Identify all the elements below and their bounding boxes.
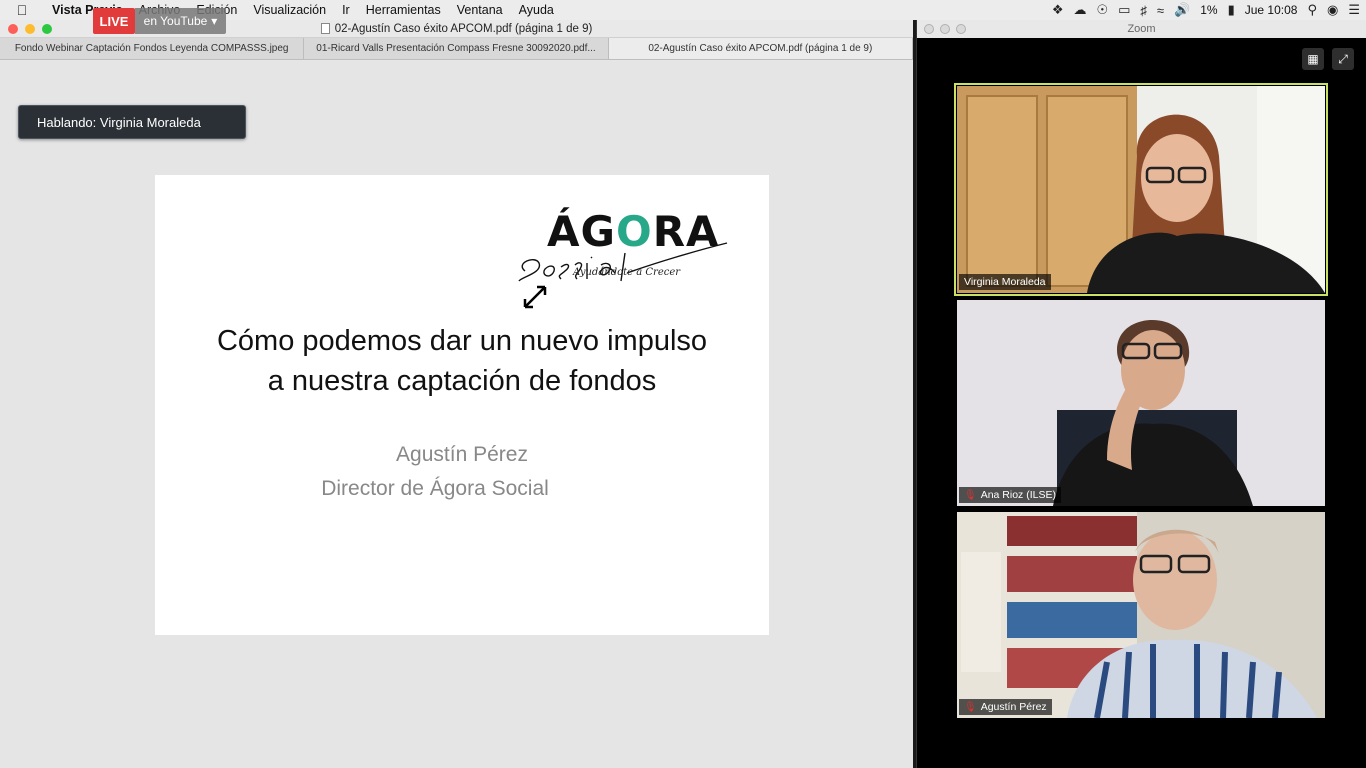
menu-ir[interactable]: Ir — [334, 3, 358, 17]
tab-fondo-webinar[interactable]: Fondo Webinar Captación Fondos Leyenda C… — [0, 38, 305, 59]
participant-video-ana — [957, 300, 1325, 506]
apple-menu-icon[interactable]:  — [0, 2, 44, 18]
battery-icon[interactable]: ▮ — [1228, 2, 1235, 18]
menu-herramientas[interactable]: Herramientas — [358, 3, 449, 17]
menu-visualizacion[interactable]: Visualización — [245, 3, 334, 17]
zoom-view-tools: ▦ ⤢ — [1302, 48, 1354, 70]
tab-ricard-valls[interactable]: 01-Ricard Valls Presentación Compass Fre… — [304, 38, 609, 59]
zoom-maximize-button[interactable] — [956, 24, 966, 34]
live-badge[interactable]: LIVE — [93, 8, 135, 34]
spotlight-search-icon[interactable]: ⚲ — [1307, 2, 1317, 18]
slide-title: Cómo podemos dar un nuevo impulso a nues… — [216, 325, 708, 397]
menu-ayuda[interactable]: Ayuda — [511, 3, 562, 17]
video-tile-ana[interactable]: 🎙 Ana Rioz (ILSE) — [957, 300, 1325, 506]
battery-percent[interactable]: 1% — [1200, 3, 1217, 17]
menubar-clock[interactable]: Jue 10:08 — [1245, 3, 1298, 17]
preview-window: 02-Agustín Caso éxito APCOM.pdf (página … — [0, 20, 913, 768]
participant-name-tag: 🎙 Agustín Pérez — [959, 699, 1052, 715]
mic-muted-icon: 🎙 — [964, 701, 977, 713]
slide-role: Director de Ágora Social — [321, 477, 549, 500]
pdf-document-icon — [320, 23, 330, 34]
fullscreen-icon[interactable]: ⤢ — [1332, 48, 1354, 70]
participant-name-tag: 🎙 Ana Rioz (ILSE) — [959, 487, 1061, 503]
preview-window-title: 02-Agustín Caso éxito APCOM.pdf (página … — [334, 22, 593, 35]
bluetooth-icon[interactable]: ♯ — [1140, 3, 1147, 18]
preview-tabbar: Fondo Webinar Captación Fondos Leyenda C… — [0, 38, 913, 60]
accessibility-icon[interactable]: ☉ — [1096, 2, 1108, 18]
pdf-slide: ÁGORA Ayudándote a Crecer Cómo podemos d… — [155, 175, 769, 635]
video-tile-agustin[interactable]: 🎙 Agustín Pérez — [957, 512, 1325, 718]
participant-name-tag: Virginia Moraleda — [959, 274, 1051, 290]
status-area: ❖ ☁ ☉ ▭ ♯ ≈ 🔊 1% ▮ Jue 10:08 ⚲ ◉ ☰ — [1052, 0, 1360, 20]
document-canvas[interactable]: Hablando: Virginia Moraleda ÁGORA Ayudán… — [0, 61, 913, 768]
zoom-window-title: Zoom — [1127, 23, 1156, 35]
zoom-close-button[interactable] — [924, 24, 934, 34]
live-destination-dropdown[interactable]: en YouTube ▾ — [135, 8, 226, 34]
participant-video-agustin — [957, 512, 1325, 718]
zoom-minimize-button[interactable] — [940, 24, 950, 34]
agora-social-logo: ÁGORA Ayudándote a Crecer — [515, 203, 735, 285]
video-tile-virginia[interactable]: Virginia Moraleda — [954, 83, 1328, 296]
minimize-window-button[interactable] — [25, 24, 35, 34]
zoom-titlebar: Zoom — [917, 20, 1366, 38]
mic-muted-icon: 🎙 — [964, 489, 977, 501]
menu-ventana[interactable]: Ventana — [449, 3, 511, 17]
gallery-view-icon[interactable]: ▦ — [1302, 48, 1324, 70]
slide-author: Agustín Pérez — [396, 443, 528, 466]
live-destination-label: en YouTube — [143, 14, 208, 28]
zoom-window-controls — [924, 24, 966, 34]
dropbox-icon[interactable]: ❖ — [1052, 2, 1064, 18]
participant-video-virginia — [957, 86, 1325, 293]
resize-cursor-icon — [523, 285, 547, 309]
tab-agustin-caso-exito[interactable]: 02-Agustín Caso éxito APCOM.pdf (página … — [608, 38, 913, 59]
volume-icon[interactable]: 🔊 — [1174, 2, 1190, 18]
notification-center-icon[interactable]: ☰ — [1348, 2, 1360, 18]
wifi-icon[interactable]: ≈ — [1157, 3, 1164, 18]
cloud-icon[interactable]: ☁ — [1073, 2, 1086, 18]
logo-tagline: Ayudándote a Crecer — [573, 267, 681, 278]
airplay-icon[interactable]: ▭ — [1118, 2, 1130, 18]
siri-icon[interactable]: ◉ — [1327, 2, 1338, 18]
window-controls — [8, 24, 52, 34]
chevron-down-icon: ▾ — [211, 14, 218, 28]
zoom-window: Zoom ▦ ⤢ Virginia Moraleda 🎙 Ana Rioz (I… — [916, 20, 1366, 768]
close-window-button[interactable] — [8, 24, 18, 34]
zoom-window-button[interactable] — [42, 24, 52, 34]
speaking-indicator: Hablando: Virginia Moraleda — [18, 105, 246, 139]
